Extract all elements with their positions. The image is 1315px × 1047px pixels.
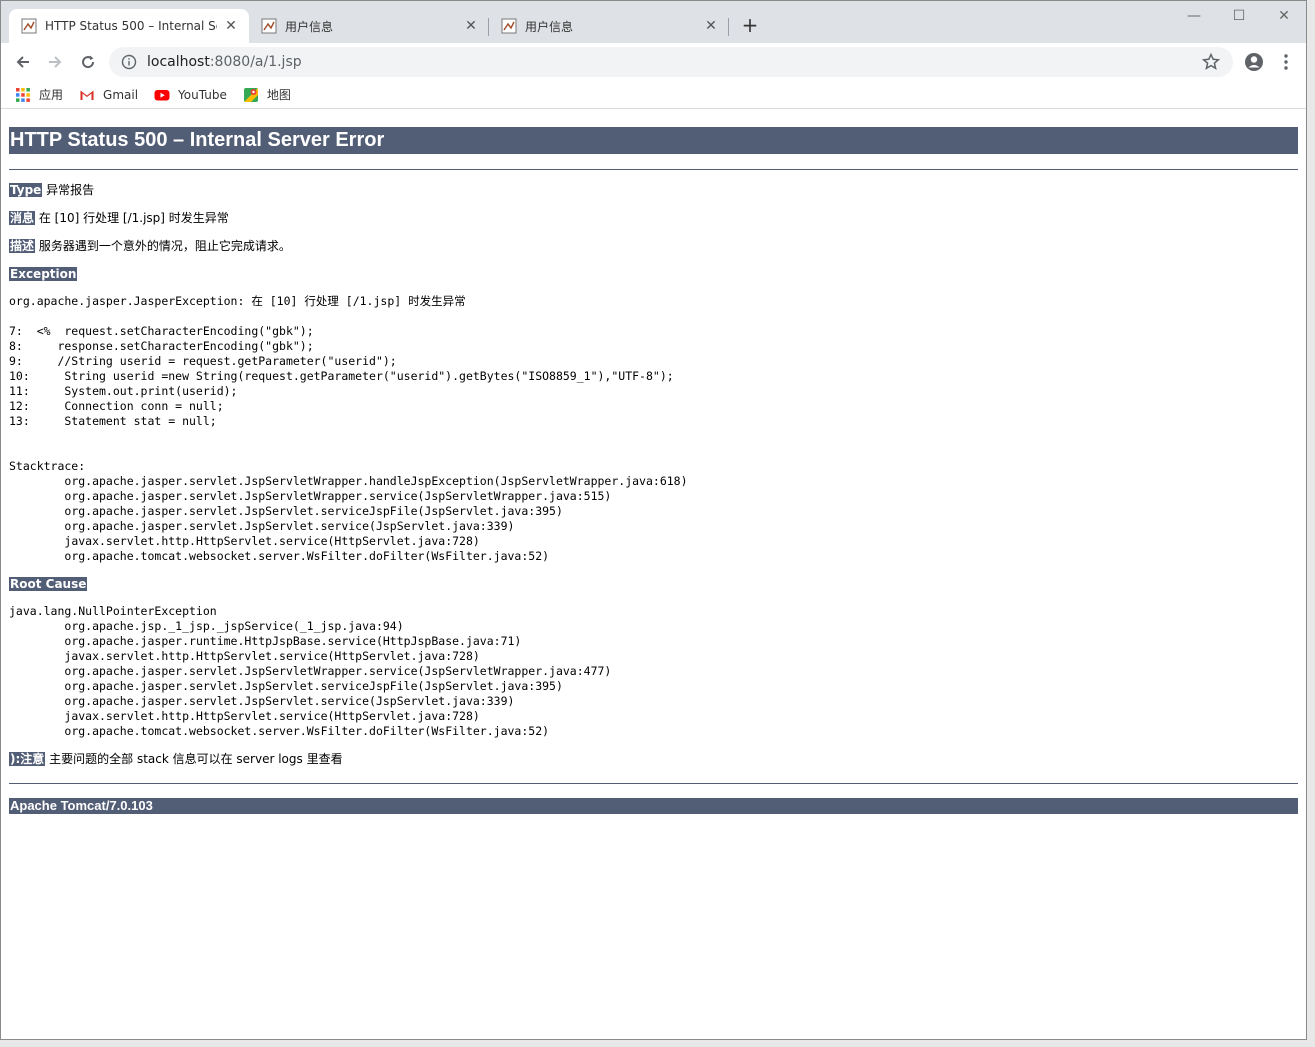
tab-close-icon[interactable]: ✕ — [703, 18, 719, 34]
background-window-edge — [1307, 0, 1315, 1047]
description-row: 描述 服务器遇到一个意外的情况，阻止它完成请求。 — [9, 238, 1298, 254]
tab-title: 用户信息 — [525, 19, 574, 34]
tab-strip: HTTP Status 500 – Internal Ser ✕ 用户信息 ✕ … — [1, 1, 1306, 43]
tab-close-icon[interactable]: ✕ — [463, 18, 479, 34]
server-footer: Apache Tomcat/7.0.103 — [9, 798, 1298, 814]
youtube-icon — [154, 89, 170, 100]
bookmarks-bar: 应用 Gmail YouTube 地图 — [1, 81, 1306, 109]
minimize-icon[interactable]: — — [1179, 5, 1209, 27]
type-row: Type 异常报告 — [9, 182, 1298, 198]
exception-stacktrace: org.apache.jasper.JasperException: 在 [10… — [9, 294, 688, 563]
close-window-icon[interactable]: ✕ — [1269, 5, 1299, 27]
root-cause-heading: Root Cause — [9, 576, 1298, 592]
back-arrow-icon[interactable] — [10, 49, 36, 75]
type-label: Type — [9, 183, 43, 197]
note-row: ):注意 主要问题的全部 stack 信息可以在 server logs 里查看 — [9, 751, 1298, 767]
url-host: localhost — [147, 54, 210, 70]
tab-user-info-1[interactable]: 用户信息 ✕ — [249, 9, 489, 43]
message-value: 在 [10] 行处理 [/1.jsp] 时发生异常 — [38, 211, 229, 225]
page-favicon-icon — [501, 18, 517, 34]
menu-kebab-icon[interactable] — [1273, 49, 1299, 75]
tab-http-status[interactable]: HTTP Status 500 – Internal Ser ✕ — [9, 9, 249, 43]
bookmark-youtube[interactable]: YouTube — [154, 87, 227, 103]
note-value: 主要问题的全部 stack 信息可以在 server logs 里查看 — [49, 752, 343, 766]
forward-arrow-icon[interactable] — [42, 49, 68, 75]
url-text[interactable]: localhost:8080/a/1.jsp — [147, 54, 302, 70]
taskbar-edge — [0, 1040, 1315, 1047]
root-cause-label: Root Cause — [9, 577, 88, 591]
description-value: 服务器遇到一个意外的情况，阻止它完成请求。 — [38, 239, 291, 253]
profile-avatar-icon[interactable] — [1241, 49, 1267, 75]
tab-user-info-2[interactable]: 用户信息 ✕ — [489, 9, 729, 43]
bookmark-maps[interactable]: 地图 — [243, 86, 291, 103]
bookmark-label: 地图 — [266, 88, 291, 102]
address-bar[interactable]: localhost:8080/a/1.jsp — [109, 47, 1233, 77]
new-tab-plus-icon[interactable]: + — [739, 15, 761, 37]
note-label: ):注意 — [9, 752, 46, 766]
page-favicon-icon — [21, 18, 37, 34]
bookmark-star-icon[interactable] — [1201, 52, 1221, 72]
browser-toolbar: localhost:8080/a/1.jsp — [1, 43, 1306, 81]
apps-grid-icon — [16, 87, 30, 102]
type-value: 异常报告 — [46, 183, 95, 197]
divider — [9, 169, 1298, 170]
maps-icon — [243, 87, 258, 102]
message-row: 消息 在 [10] 行处理 [/1.jsp] 时发生异常 — [9, 210, 1298, 226]
page-favicon-icon — [261, 18, 277, 34]
tab-title: HTTP Status 500 – Internal Ser — [45, 19, 217, 33]
bookmark-label: 应用 — [39, 88, 64, 102]
bookmark-gmail[interactable]: Gmail — [79, 87, 138, 103]
message-label: 消息 — [9, 211, 36, 225]
url-path: :8080/a/1.jsp — [209, 54, 302, 70]
exception-heading: Exception — [9, 266, 1298, 282]
tab-close-icon[interactable]: ✕ — [223, 18, 239, 34]
divider — [9, 783, 1298, 784]
bookmark-apps[interactable]: 应用 — [15, 86, 63, 103]
maximize-icon[interactable]: ☐ — [1224, 5, 1254, 27]
reload-icon[interactable] — [75, 49, 101, 75]
tab-title: 用户信息 — [285, 19, 334, 34]
info-icon[interactable] — [121, 54, 137, 70]
bookmark-label: YouTube — [178, 87, 227, 102]
page-content: HTTP Status 500 – Internal Server Error … — [1, 111, 1306, 1039]
browser-window: HTTP Status 500 – Internal Ser ✕ 用户信息 ✕ … — [0, 0, 1307, 1040]
description-label: 描述 — [9, 239, 36, 253]
root-cause-stacktrace: java.lang.NullPointerException org.apach… — [9, 604, 612, 738]
tab-separator — [728, 18, 729, 36]
gmail-icon — [80, 90, 94, 100]
exception-label: Exception — [9, 267, 78, 281]
page-title: HTTP Status 500 – Internal Server Error — [9, 127, 1298, 154]
bookmark-label: Gmail — [103, 87, 139, 102]
